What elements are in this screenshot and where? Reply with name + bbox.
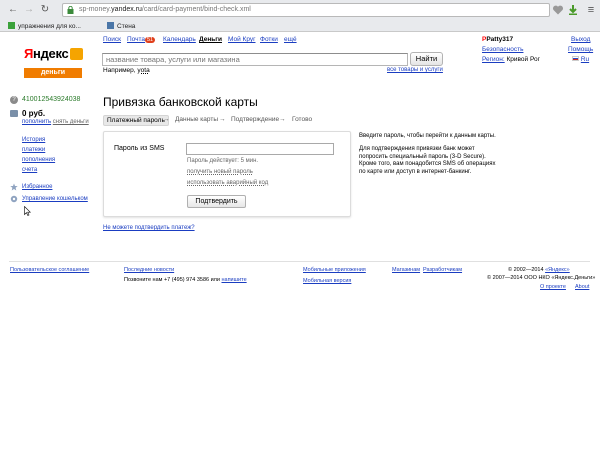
topup-link[interactable]: пополнить	[22, 119, 51, 125]
agreement-link[interactable]: Пользовательское соглашение	[10, 267, 89, 273]
mobile-version-link[interactable]: Мобильная версия	[303, 278, 351, 284]
nav-search[interactable]: Поиск	[103, 36, 121, 43]
wallet-logo-icon	[70, 48, 83, 60]
sms-password-input[interactable]	[186, 143, 334, 155]
info-details: Для подтверждения привязки банк может по…	[359, 146, 496, 175]
copyright-yandex: © 2002—2014 «Яндекс»	[508, 267, 570, 273]
search-box[interactable]	[102, 53, 408, 66]
sms-valid-text: Пароль действует: 5 мин.	[187, 158, 259, 164]
bookmark-icon	[8, 22, 15, 29]
sidebar-item-payments[interactable]: платежи	[22, 147, 45, 153]
news-link[interactable]: Последние новости	[124, 267, 174, 273]
nav-photos[interactable]: Фотки	[260, 36, 278, 43]
logout-link[interactable]: Выход	[571, 36, 590, 43]
russia-flag-icon	[572, 56, 579, 61]
nav-calendar[interactable]: Календарь	[163, 36, 196, 43]
call-us: Позвоните нам +7 (495) 974 3586 или напи…	[124, 277, 247, 283]
wallet-icon	[10, 110, 18, 117]
emergency-code-link[interactable]: использовать аварийный код	[187, 180, 268, 186]
developers-link[interactable]: Разработчикам	[423, 267, 462, 273]
copyright-yandex-money: © 2007—2014 ООО НКО «Яндекс.Деньги»	[487, 275, 596, 281]
sidebar-item-history[interactable]: История	[22, 137, 45, 143]
shops-link[interactable]: Магазинам	[392, 267, 420, 273]
step-done: Готово	[292, 116, 313, 123]
mobile-apps-link[interactable]: Мобильные приложения	[303, 267, 366, 273]
about-project-link[interactable]: О проекте	[540, 284, 566, 290]
new-password-link[interactable]: получить новый пароль	[187, 169, 253, 175]
page-title: Привязка банковской карты	[103, 95, 258, 109]
yandex-money-logo[interactable]: Яндекс деньги	[24, 46, 84, 80]
region[interactable]: Регион: Кривой Рог	[482, 56, 540, 63]
search-example: Например, yota	[103, 67, 150, 74]
withdraw-link[interactable]: снять деньги	[53, 119, 89, 125]
nav-moikrug[interactable]: Мой Круг	[228, 36, 256, 43]
forward-icon[interactable]: →	[22, 4, 36, 16]
search-example-link[interactable]: yota	[137, 67, 149, 74]
url-text: sp-money.yandex.ru/card/card-payment/bin…	[79, 6, 251, 13]
reload-icon[interactable]: ↻	[38, 4, 52, 16]
favorites-link[interactable]: Избранное	[22, 184, 52, 190]
step-arrow: →	[219, 116, 226, 123]
back-icon[interactable]: ←	[6, 4, 20, 16]
logo-text: Яндекс	[24, 46, 69, 61]
step-card-data: Данные карты	[175, 116, 219, 123]
gear-icon	[10, 195, 18, 203]
help-link[interactable]: Помощь	[568, 46, 593, 53]
download-icon[interactable]	[567, 4, 579, 16]
username[interactable]: PPatty317	[482, 36, 513, 43]
account-number: 410012543924038	[22, 96, 81, 103]
address-bar[interactable]: sp-money.yandex.ru/card/card-payment/bin…	[62, 3, 550, 17]
bookmark-item[interactable]: упражнения для ко...	[8, 22, 81, 30]
nav-more[interactable]: ещё	[284, 36, 297, 43]
nav-mail[interactable]: Почта	[127, 36, 145, 43]
balance-actions: пополнить снять деньги	[22, 119, 89, 125]
mail-count-badge: 51	[145, 37, 156, 43]
sidebar-item-topups[interactable]: пополнения	[22, 157, 55, 163]
question-icon[interactable]: ?	[10, 96, 18, 104]
about-link[interactable]: About	[575, 284, 589, 290]
footer-divider	[9, 261, 590, 262]
search-input[interactable]	[103, 54, 407, 65]
write-us-link[interactable]: напишите	[221, 277, 246, 283]
star-icon	[10, 183, 18, 191]
bookmarks-bar: упражнения для ко... Стена	[0, 20, 600, 32]
bookmark-item[interactable]: Стена	[107, 22, 135, 30]
heart-icon[interactable]	[552, 4, 564, 16]
step-payment-password: Платежный пароль	[103, 115, 169, 126]
balance: 0 руб.	[22, 109, 46, 118]
logo-subtitle: деньги	[24, 68, 82, 78]
sms-label: Пароль из SMS	[114, 145, 165, 152]
all-goods-link[interactable]: все товары и услуги	[387, 67, 443, 73]
language-switch[interactable]: Ru	[572, 56, 589, 63]
confirm-button[interactable]: Подтвердить	[187, 195, 246, 208]
lock-icon	[67, 6, 74, 14]
security-link[interactable]: Безопасность	[482, 46, 523, 53]
info-main: Введите пароль, чтобы перейти к данным к…	[359, 133, 496, 139]
vk-icon	[107, 22, 114, 29]
nav-money[interactable]: Деньги	[199, 36, 222, 43]
step-arrow: →	[163, 116, 170, 123]
cant-confirm-link[interactable]: Не можете подтвердить платеж?	[103, 225, 195, 231]
browser-chrome: ← → ↻ sp-money.yandex.ru/card/card-payme…	[0, 0, 600, 32]
search-button[interactable]: Найти	[410, 52, 443, 66]
sidebar-item-accounts[interactable]: счета	[22, 167, 37, 173]
mouse-cursor-icon	[24, 206, 31, 216]
step-arrow: →	[279, 116, 286, 123]
step-confirmation: Подтверждение	[231, 116, 280, 123]
menu-icon[interactable]: ≡	[584, 4, 598, 16]
wallet-settings-link[interactable]: Управление кошельком	[22, 196, 88, 202]
